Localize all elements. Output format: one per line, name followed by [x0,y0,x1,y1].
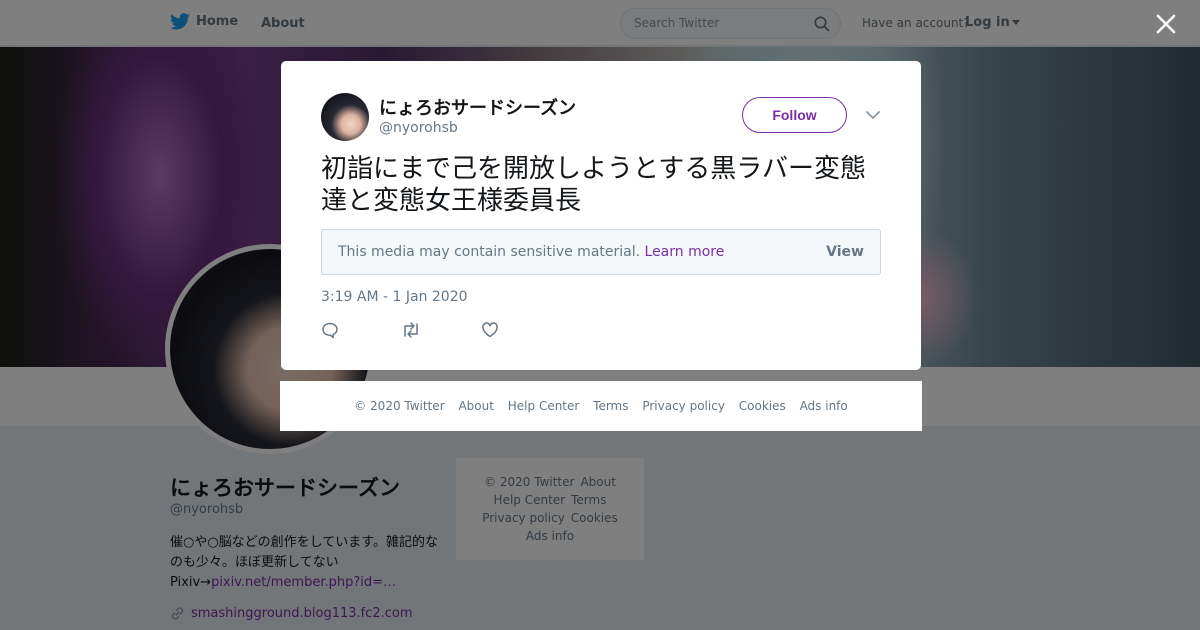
close-icon[interactable] [1154,12,1178,36]
modal-footer-terms[interactable]: Terms [593,399,628,413]
modal-footer-copyright: © 2020 Twitter [354,399,445,413]
modal-footer-privacy[interactable]: Privacy policy [642,399,725,413]
tweet-modal: にょろおサードシーズン @nyorohsb Follow 初詣にまで己を開放しよ… [281,61,921,370]
learn-more-link[interactable]: Learn more [645,244,725,260]
follow-button[interactable]: Follow [742,97,847,133]
modal-footer-about[interactable]: About [458,399,493,413]
tweet-timestamp[interactable]: 3:19 AM - 1 Jan 2020 [321,289,468,305]
modal-footer-ads[interactable]: Ads info [800,399,848,413]
sensitive-media-notice: This media may contain sensitive materia… [321,229,881,275]
modal-footer: © 2020 Twitter About Help Center Terms P… [280,381,922,431]
sensitive-media-message: This media may contain sensitive materia… [338,244,641,260]
tweet-author-avatar[interactable] [321,93,369,141]
retweet-icon [404,322,418,338]
tweet-author-name[interactable]: にょろおサードシーズン [379,94,576,120]
reply-icon [322,322,338,339]
modal-footer-cookies[interactable]: Cookies [739,399,786,413]
tweet-author-handle[interactable]: @nyorohsb [379,120,458,136]
tweet-actions [321,321,561,339]
modal-footer-help[interactable]: Help Center [508,399,580,413]
reply-button[interactable] [321,321,401,339]
like-button[interactable] [481,321,561,339]
tweet-text: 初詣にまで己を開放しようとする黒ラバー変態達と変態女王様委員長 [321,154,866,216]
heart-icon [482,322,498,338]
chevron-down-icon[interactable] [865,109,881,121]
retweet-button[interactable] [401,321,481,339]
view-media-button[interactable]: View [826,244,864,260]
